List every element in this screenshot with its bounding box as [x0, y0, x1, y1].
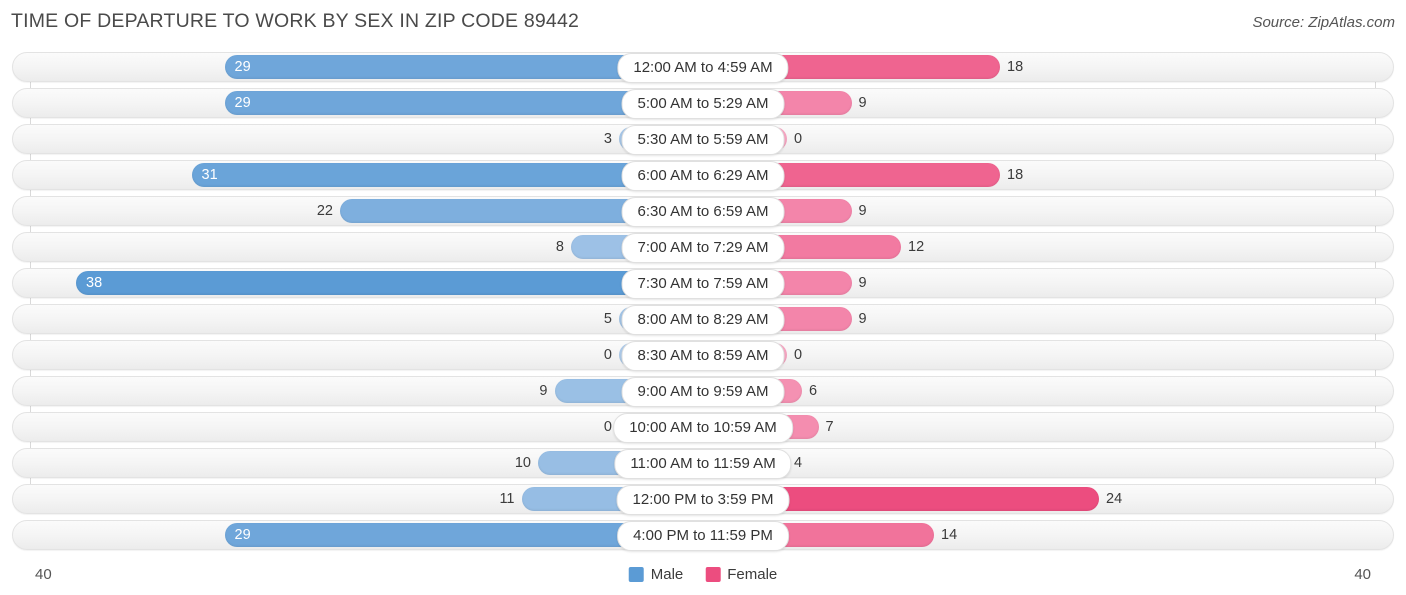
bar-value-male: 8: [555, 239, 564, 255]
bar-value-male: 22: [316, 203, 333, 219]
bar-value-male: 3: [603, 131, 612, 147]
table-row: 29 18 12:00 AM to 4:59 AM: [0, 52, 1406, 83]
bar-value-female: 9: [858, 275, 867, 291]
legend-label: Female: [727, 566, 778, 583]
table-row: 22 9 6:30 AM to 6:59 AM: [0, 196, 1406, 227]
bar-value-female: 12: [908, 239, 925, 255]
category-label: 9:00 AM to 9:59 AM: [621, 377, 785, 407]
category-label: 6:30 AM to 6:59 AM: [621, 197, 785, 227]
category-label: 8:30 AM to 8:59 AM: [621, 341, 785, 371]
bar-value-male: 31: [201, 167, 218, 183]
bar-value-female: 24: [1106, 491, 1123, 507]
bar-value-female: 9: [858, 95, 867, 111]
bar-value-male: 29: [234, 59, 251, 75]
axis-tick-left: 40: [35, 566, 52, 583]
source-attribution: Source: ZipAtlas.com: [1252, 14, 1395, 31]
category-label: 7:00 AM to 7:29 AM: [621, 233, 785, 263]
table-row: 10 4 11:00 AM to 11:59 AM: [0, 448, 1406, 479]
legend-item[interactable]: Male: [628, 566, 684, 583]
table-row: 11 24 12:00 PM to 3:59 PM: [0, 484, 1406, 515]
bar-value-male: 10: [514, 455, 531, 471]
category-label: 11:00 AM to 11:59 AM: [614, 449, 792, 479]
axis-tick-right: 40: [1354, 566, 1371, 583]
bar-rows: 29 18 12:00 AM to 4:59 AM 29 9 5:00 AM to 5:2…: [0, 52, 1406, 556]
bar-value-female: 9: [858, 311, 867, 327]
category-label: 4:00 PM to 11:59 PM: [617, 521, 789, 551]
bar-value-male: 38: [86, 275, 103, 291]
bar-value-female: 9: [858, 203, 867, 219]
category-label: 10:00 AM to 10:59 AM: [613, 413, 793, 443]
bar-value-male: 11: [499, 491, 515, 507]
category-label: 6:00 AM to 6:29 AM: [621, 161, 785, 191]
bar-value-male: 29: [234, 527, 251, 543]
table-row: 5 9 8:00 AM to 8:29 AM: [0, 304, 1406, 335]
category-label: 12:00 PM to 3:59 PM: [616, 485, 790, 515]
table-row: 3 0 5:30 AM to 5:59 AM: [0, 124, 1406, 155]
bar-value-female: 18: [1007, 167, 1024, 183]
bar-value-female: 18: [1007, 59, 1024, 75]
legend-label: Male: [650, 566, 684, 583]
category-label: 8:00 AM to 8:29 AM: [621, 305, 785, 335]
bar-value-male: 5: [603, 311, 612, 327]
table-row: 29 14 4:00 PM to 11:59 PM: [0, 520, 1406, 551]
table-row: 38 9 7:30 AM to 7:59 AM: [0, 268, 1406, 299]
bar-value-female: 6: [809, 383, 818, 399]
bar-value-female: 0: [794, 131, 803, 147]
bar-value-male: 0: [603, 419, 612, 435]
category-label: 5:00 AM to 5:29 AM: [621, 89, 785, 119]
bar-value-female: 7: [825, 419, 834, 435]
plot-area: 29 18 12:00 AM to 4:59 AM 29 9 5:00 AM to 5:2…: [0, 52, 1406, 551]
bar-value-male: 9: [539, 383, 548, 399]
table-row: 29 9 5:00 AM to 5:29 AM: [0, 88, 1406, 119]
bar-male[interactable]: 38: [76, 271, 703, 295]
legend-swatch-icon: [628, 567, 644, 582]
category-label: 5:30 AM to 5:59 AM: [621, 125, 785, 155]
page-title: TIME OF DEPARTURE TO WORK BY SEX IN ZIP …: [11, 10, 580, 32]
table-row: 9 6 9:00 AM to 9:59 AM: [0, 376, 1406, 407]
table-row: 0 0 8:30 AM to 8:59 AM: [0, 340, 1406, 371]
bar-value-female: 0: [794, 347, 803, 363]
bar-value-male: 0: [603, 347, 612, 363]
bar-value-female: 4: [794, 455, 803, 471]
bar-value-male: 29: [234, 95, 251, 111]
legend-item[interactable]: Female: [705, 566, 777, 583]
legend-swatch-icon: [705, 567, 721, 582]
legend: Male Female: [628, 566, 777, 583]
table-row: 0 7 10:00 AM to 10:59 AM: [0, 412, 1406, 443]
table-row: 8 12 7:00 AM to 7:29 AM: [0, 232, 1406, 263]
table-row: 31 18 6:00 AM to 6:29 AM: [0, 160, 1406, 191]
category-label: 7:30 AM to 7:59 AM: [621, 269, 785, 299]
chart-root: TIME OF DEPARTURE TO WORK BY SEX IN ZIP …: [0, 0, 1406, 595]
category-label: 12:00 AM to 4:59 AM: [617, 53, 789, 83]
bar-value-female: 14: [941, 527, 958, 543]
